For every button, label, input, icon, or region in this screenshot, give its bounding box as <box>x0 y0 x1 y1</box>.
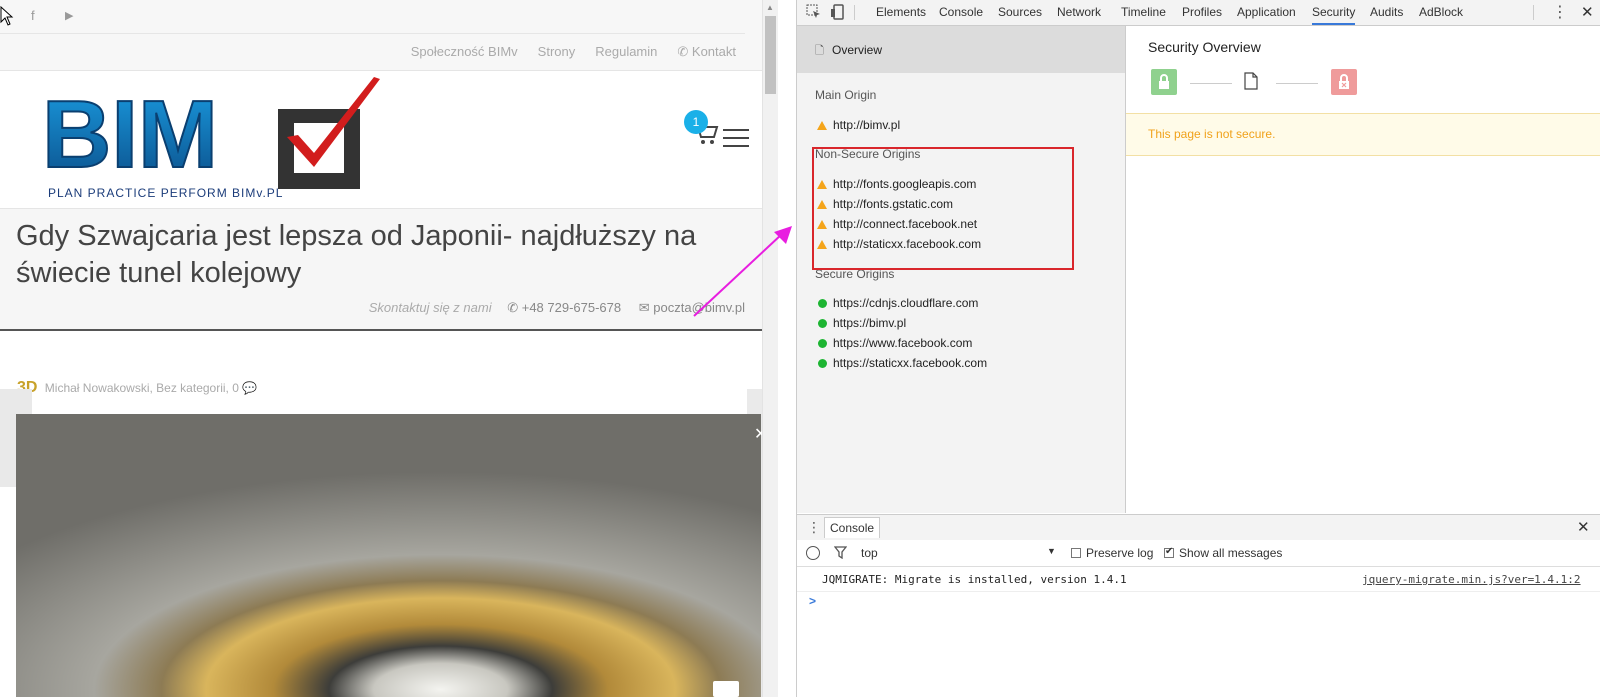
toolbar-separator <box>854 5 855 20</box>
inspect-element-icon[interactable] <box>806 4 822 25</box>
youtube-icon[interactable]: ▶ <box>65 9 73 22</box>
secure-origin-item[interactable]: https://staticxx.facebook.com <box>833 356 987 370</box>
close-devtools-icon[interactable]: ✕ <box>1581 3 1594 21</box>
console-message-text: JQMIGRATE: Migrate is installed, version… <box>822 573 1127 586</box>
phone-icon: ✆ <box>507 300 522 315</box>
tab-security[interactable]: Security <box>1312 0 1356 25</box>
comments-icon: 💬 <box>242 381 258 395</box>
device-mode-icon[interactable] <box>830 4 846 25</box>
site-header: BIM PLAN PRACTICE PERFORM BIMv.PL 1 <box>0 71 762 209</box>
contact-prompt: Skontaktuj się z nami <box>368 300 492 315</box>
dropdown-arrow-icon[interactable]: ▼ <box>1047 546 1056 556</box>
website-viewport: f ▶ Społeczność BIMv Strony Regulamin ✆ … <box>0 0 778 697</box>
check-mark-icon: ✔ <box>1165 546 1174 557</box>
nav-pages[interactable]: Strony <box>538 44 576 60</box>
secure-origin-item[interactable]: https://bimv.pl <box>833 316 906 330</box>
show-all-messages-checkbox[interactable]: ✔ <box>1164 546 1174 558</box>
page-scrollbar[interactable] <box>762 0 778 697</box>
secure-lock-icon <box>1151 69 1177 95</box>
tab-network[interactable]: Network <box>1057 0 1101 25</box>
filter-icon[interactable] <box>833 546 848 564</box>
security-overview-title: Security Overview <box>1148 39 1261 55</box>
phone-icon: ✆ <box>677 44 692 59</box>
console-filter-bar: top ▼ Preserve log ✔ Show all messages <box>797 540 1600 567</box>
scroll-up-arrow-icon[interactable]: ▲ <box>766 3 774 12</box>
document-icon: 🗋 <box>815 45 824 57</box>
connector-line <box>1276 83 1318 84</box>
logo-letters: BIM <box>42 81 218 188</box>
tab-profiles[interactable]: Profiles <box>1182 0 1222 25</box>
security-overview-pane: Security Overview This page is not secur… <box>1126 26 1600 513</box>
preserve-log-checkbox[interactable] <box>1071 548 1081 558</box>
devtools-panel: Elements Console Sources Network Timelin… <box>796 0 1600 697</box>
close-drawer-icon[interactable]: ✕ <box>1577 518 1590 536</box>
context-select[interactable]: top <box>861 546 878 560</box>
post-category[interactable]: Bez kategorii <box>156 381 225 395</box>
main-origin-item[interactable]: http://bimv.pl <box>833 118 900 132</box>
menu-icon[interactable] <box>723 129 749 147</box>
console-prompt[interactable]: > <box>809 594 816 608</box>
nav-regulations[interactable]: Regulamin <box>595 44 657 60</box>
post-comments[interactable]: 0 <box>232 381 239 395</box>
contact-phone[interactable]: +48 729-675-678 <box>522 300 621 315</box>
secure-dot-icon <box>818 299 827 308</box>
annotation-arrow-icon <box>693 226 792 317</box>
toolbar-separator <box>1533 5 1534 20</box>
more-options-icon[interactable]: ⋮ <box>1552 2 1568 22</box>
top-divider <box>0 33 745 34</box>
logo-tagline: PLAN PRACTICE PERFORM BIMv.PL <box>48 186 283 200</box>
drawer-tab-console[interactable]: Console <box>824 517 881 538</box>
console-drawer-header: ⋮ Console ✕ <box>797 514 1600 541</box>
tab-elements[interactable]: Elements <box>876 0 926 25</box>
insecure-lock-icon <box>1331 69 1357 95</box>
console-message-row: JQMIGRATE: Migrate is installed, version… <box>797 567 1600 592</box>
connector-line <box>1190 83 1232 84</box>
nav-contact[interactable]: ✆ Kontakt <box>677 44 736 60</box>
preserve-log-label: Preserve log <box>1086 546 1154 560</box>
page-title: Gdy Szwajcaria jest lepsza od Japonii- n… <box>16 220 697 289</box>
secure-dot-icon <box>818 319 827 328</box>
not-secure-message: This page is not secure. <box>1148 127 1276 141</box>
envelope-icon: ✉ <box>638 300 654 315</box>
cart-count-badge: 1 <box>684 110 708 134</box>
page-document-icon <box>1244 72 1258 95</box>
console-source-link[interactable]: jquery-migrate.min.js?ver=1.4.1:2 <box>1362 573 1581 586</box>
highlight-box <box>812 147 1074 270</box>
post-author[interactable]: Michał Nowakowski <box>45 381 150 395</box>
top-bar: f ▶ Społeczność BIMv Strony Regulamin ✆ … <box>0 0 762 71</box>
post-meta: 3D Michał Nowakowski, Bez kategorii, 0 💬 <box>17 379 258 396</box>
overview-label: Overview <box>832 43 883 57</box>
site-logo[interactable]: BIM PLAN PRACTICE PERFORM BIMv.PL <box>41 75 387 203</box>
devtools-toolbar: Elements Console Sources Network Timelin… <box>797 0 1600 26</box>
top-navigation: Społeczność BIMv Strony Regulamin ✆ Kont… <box>411 44 736 60</box>
mouse-cursor-icon <box>0 5 14 31</box>
nav-contact-label: Kontakt <box>691 44 736 59</box>
tab-application[interactable]: Application <box>1237 0 1296 25</box>
secure-dot-icon <box>818 359 827 368</box>
drawer-menu-icon[interactable]: ⋮ <box>807 519 821 536</box>
contact-line: Skontaktuj się z nami ✆ +48 729-675-678 … <box>369 300 745 316</box>
facebook-icon[interactable]: f <box>31 8 35 23</box>
sidebar-item-overview[interactable]: 🗋 Overview <box>797 26 1125 73</box>
tab-adblock[interactable]: AdBlock <box>1419 0 1463 25</box>
not-secure-banner: This page is not secure. <box>1126 113 1600 156</box>
warning-icon <box>817 121 827 130</box>
tab-audits[interactable]: Audits <box>1370 0 1403 25</box>
show-all-messages-label: Show all messages <box>1179 546 1283 560</box>
nav-community[interactable]: Społeczność BIMv <box>411 44 518 60</box>
secure-dot-icon <box>818 339 827 348</box>
secure-origin-item[interactable]: https://www.facebook.com <box>833 336 972 350</box>
tab-sources[interactable]: Sources <box>998 0 1042 25</box>
secure-origin-item[interactable]: https://cdnjs.cloudflare.com <box>833 296 978 310</box>
page-title-bar: Gdy Szwajcaria jest lepsza od Japonii- n… <box>0 209 762 331</box>
tab-console[interactable]: Console <box>939 0 983 25</box>
mail-icon[interactable] <box>713 681 739 697</box>
tab-timeline[interactable]: Timeline <box>1121 0 1166 25</box>
clear-console-icon[interactable] <box>806 546 820 560</box>
scrollbar-thumb[interactable] <box>765 16 776 94</box>
hero-image <box>16 414 761 697</box>
main-origin-heading: Main Origin <box>815 88 877 102</box>
drawer-tab-label: Console <box>830 521 875 535</box>
